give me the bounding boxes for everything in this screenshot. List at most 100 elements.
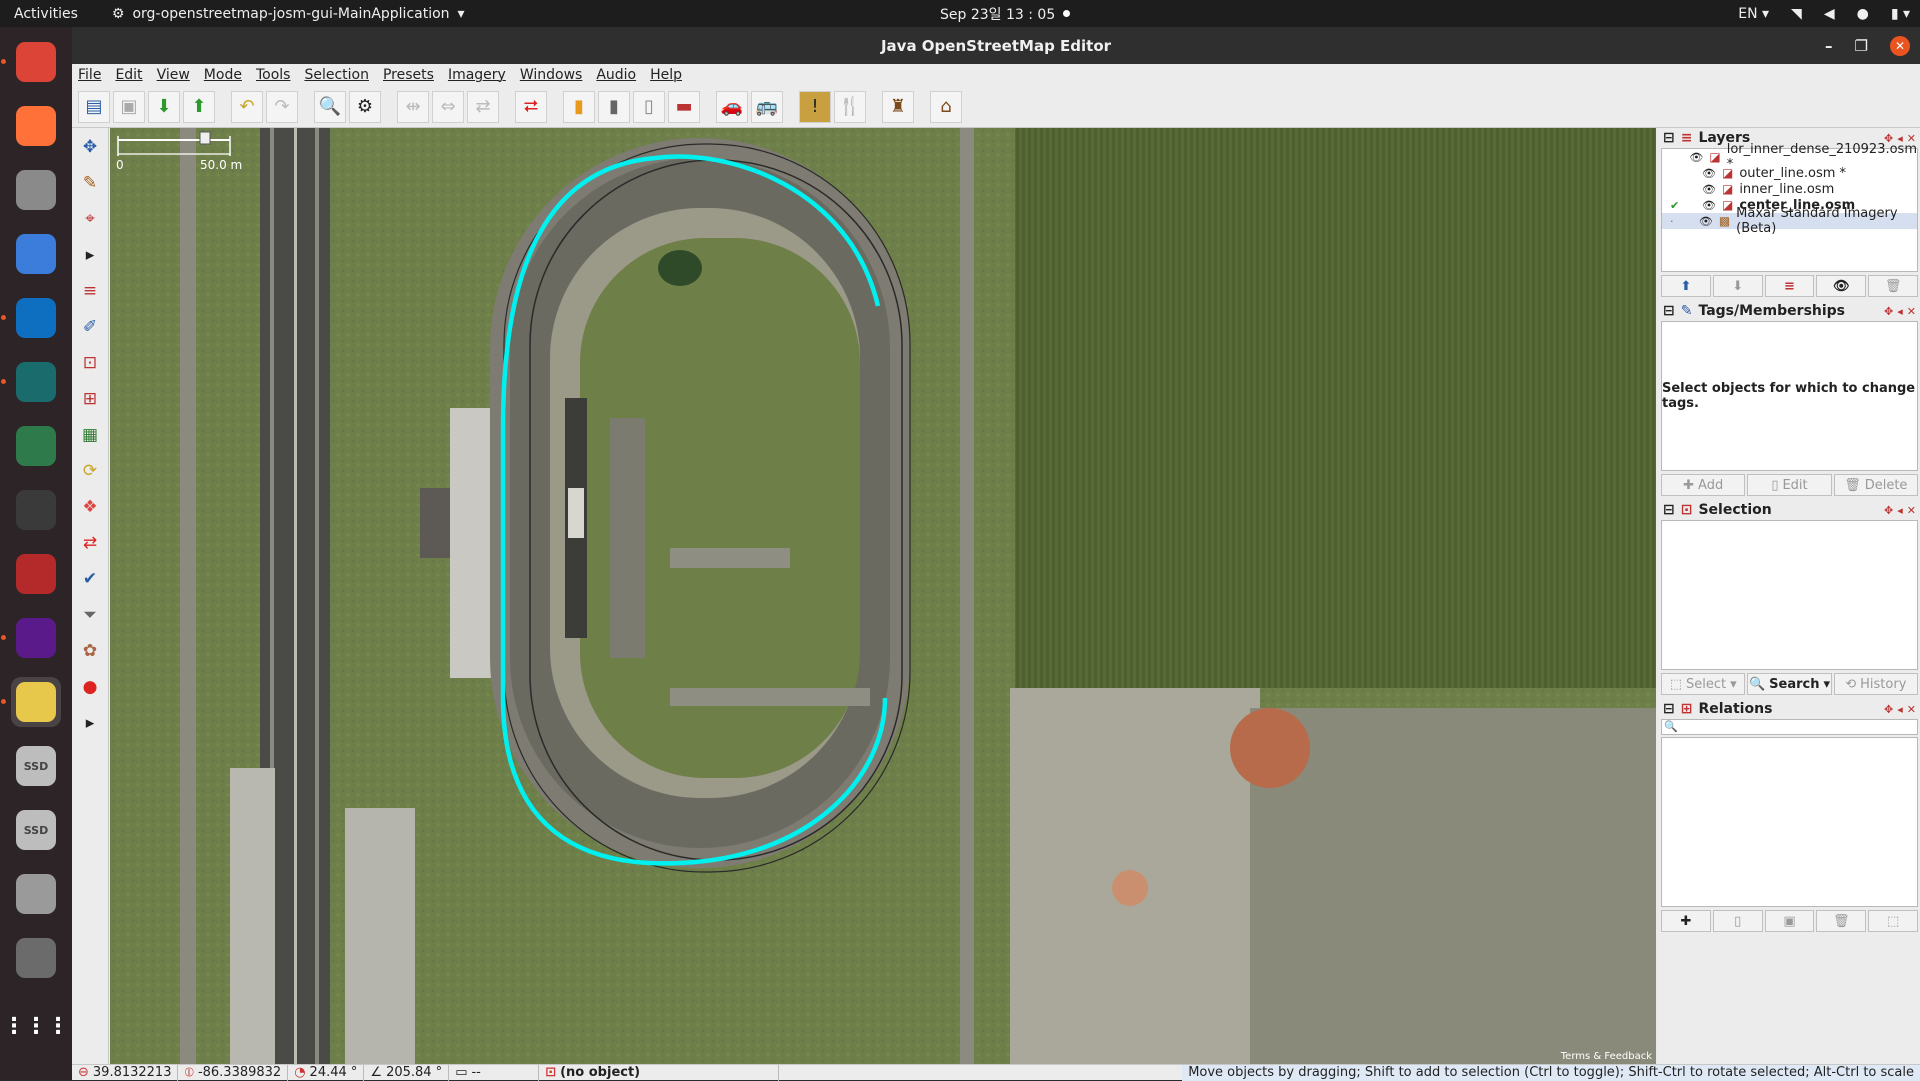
selection-toggle-icon[interactable]: ⊡ [75, 348, 105, 378]
redo-icon[interactable]: ↷ [266, 90, 298, 123]
panel-close-icon[interactable]: ✕ [1907, 703, 1916, 716]
visibility-icon[interactable]: 👁 [1702, 167, 1716, 180]
pin-icon[interactable]: ◂ [1897, 703, 1903, 716]
activate-layer-button[interactable]: ≡ [1764, 275, 1815, 297]
menu-view[interactable]: View [157, 67, 190, 83]
close-icon[interactable]: ✕ [1890, 35, 1910, 56]
language-indicator[interactable]: EN ▾ [1738, 6, 1769, 22]
tags-panel-header[interactable]: ⊟ ✎ Tags/Memberships ✥ ◂ ✕ [1659, 301, 1920, 321]
conflict-icon[interactable]: ⇄ [75, 528, 105, 558]
move-down-button[interactable]: ⬇ [1712, 275, 1763, 297]
map-view[interactable]: 0 50.0 m Terms & Feedback [110, 128, 1656, 1064]
layers-panel-header[interactable]: ⊟ ≡ Layers ✥ ◂ ✕ [1659, 128, 1920, 148]
selection-list[interactable] [1661, 520, 1918, 670]
save-icon[interactable]: ▣ [113, 90, 145, 123]
preset-track-icon[interactable]: ▮ [598, 90, 630, 123]
validation-icon[interactable]: ✔ [75, 564, 105, 594]
maximize-icon[interactable]: ❐ [1855, 37, 1868, 55]
preset-castle-icon[interactable]: ♜ [882, 90, 914, 123]
dock-system-monitor-icon[interactable] [11, 485, 61, 535]
detach-icon[interactable]: ✥ [1884, 132, 1893, 145]
select-mode-icon[interactable]: ✥ [75, 132, 105, 162]
edit-relation-button[interactable]: ▯ [1712, 910, 1763, 932]
layers-toggle-icon[interactable]: ≡ [75, 276, 105, 306]
dock-screenshot-icon[interactable] [11, 229, 61, 279]
upload-icon[interactable]: ⬆ [183, 90, 215, 123]
relations-filter-field[interactable]: 🔍 [1661, 719, 1918, 735]
dock-vscode-icon[interactable] [1, 293, 61, 343]
zoom-icon[interactable]: 🔍 [314, 90, 346, 123]
move-up-button[interactable]: ⬆ [1661, 275, 1711, 297]
pin-icon[interactable]: ◂ [1897, 504, 1903, 517]
split-way-icon[interactable]: ⇹ [397, 90, 429, 123]
collapse-icon[interactable]: ⊟ [1663, 701, 1675, 717]
map-paint-icon[interactable]: ▦ [75, 420, 105, 450]
minimize-icon[interactable]: – [1825, 37, 1833, 55]
history-button[interactable]: ⟲ History [1833, 673, 1918, 695]
detach-icon[interactable]: ✥ [1884, 305, 1893, 318]
menu-edit[interactable]: Edit [115, 67, 142, 83]
menu-presets[interactable]: Presets [383, 67, 434, 83]
pin-icon[interactable]: ◂ [1897, 132, 1903, 145]
pin-icon[interactable]: ◂ [1897, 305, 1903, 318]
tags-toggle-icon[interactable]: ✐ [75, 312, 105, 342]
open-file-icon[interactable]: ▤ [78, 90, 110, 123]
download-icon[interactable]: ⬇ [148, 90, 180, 123]
refresh-icon[interactable]: ⟳ [75, 456, 105, 486]
preset-attention-icon[interactable]: ! [799, 90, 831, 123]
duplicate-relation-button[interactable]: ▣ [1764, 910, 1815, 932]
layer-row[interactable]: 👁 ◪ lor_inner_dense_210923.osm * [1662, 142, 1917, 172]
selection-panel-header[interactable]: ⊟ ⊡ Selection ✥ ◂ ✕ [1659, 500, 1920, 520]
expand-icon[interactable]: ▸ [75, 240, 105, 270]
dock-josm-icon[interactable] [1, 677, 61, 727]
delete-tag-button[interactable]: 🗑 Delete [1833, 474, 1918, 496]
panel-close-icon[interactable]: ✕ [1907, 504, 1916, 517]
collapse-icon[interactable]: ⊟ [1663, 502, 1675, 518]
new-relation-button[interactable]: ✚ [1661, 910, 1711, 932]
preset-bus-icon[interactable]: 🚌 [751, 90, 783, 123]
visibility-icon[interactable]: 👁 [1702, 183, 1716, 196]
visibility-icon[interactable]: 👁 [1699, 215, 1713, 228]
dock-firefox-icon[interactable] [11, 101, 61, 151]
dock-chrome-icon[interactable] [1, 37, 61, 87]
preset-barrier-icon[interactable]: ▬ [668, 90, 700, 123]
menu-imagery[interactable]: Imagery [448, 67, 506, 83]
app-menu[interactable]: ⚙ org-openstreetmap-josm-gui-MainApplica… [112, 6, 465, 22]
dock-camera-app-icon[interactable] [11, 421, 61, 471]
relations-list[interactable] [1661, 737, 1918, 907]
dock-usb-drive-icon[interactable] [11, 869, 61, 919]
imagery-attribution[interactable]: Terms & Feedback [1561, 1051, 1652, 1062]
combine-way-icon[interactable]: ⇔ [432, 90, 464, 123]
activities-button[interactable]: Activities [0, 6, 92, 22]
dock-gitkraken-icon[interactable] [1, 357, 61, 407]
preset-factory-icon[interactable]: ⌂ [930, 90, 962, 123]
menu-audio[interactable]: Audio [596, 67, 636, 83]
system-tray[interactable]: EN ▾ ◥ ◀ ● ▮ ▾ [1738, 6, 1910, 22]
show-applications-icon[interactable]: ⋮⋮⋮ [3, 1001, 69, 1051]
edit-tag-button[interactable]: ▯ Edit [1747, 474, 1832, 496]
menu-windows[interactable]: Windows [520, 67, 583, 83]
dock-drive-icon[interactable] [11, 933, 61, 983]
search-button[interactable]: 🔍 Search ▾ [1747, 673, 1832, 695]
dock-ssd-drive-1-icon[interactable]: SSD [11, 741, 61, 791]
preferences-icon[interactable]: ⚙ [349, 90, 381, 123]
window-titlebar[interactable]: Java OpenStreetMap Editor – ❐ ✕ [72, 27, 1920, 64]
collapse-icon[interactable]: ⊟ [1663, 130, 1675, 146]
undo-icon[interactable]: ↶ [231, 90, 263, 123]
layer-row[interactable]: · 👁 ▩ Maxar Standard Imagery (Beta) [1662, 206, 1917, 236]
dock-calendar-app-icon[interactable] [11, 549, 61, 599]
preset-highway-icon[interactable]: ▮ [563, 90, 595, 123]
reverse-way-icon[interactable]: ⇄ [467, 90, 499, 123]
menu-tools[interactable]: Tools [256, 67, 291, 83]
detach-icon[interactable]: ✥ [1884, 504, 1893, 517]
collapse-icon[interactable]: ⊟ [1663, 303, 1675, 319]
select-button[interactable]: ⬚ Select ▾ [1661, 673, 1746, 695]
visibility-icon[interactable]: 👁 [1689, 151, 1703, 164]
preset-restaurant-icon[interactable]: 🍴 [834, 90, 866, 123]
notes-icon[interactable]: ● [75, 672, 105, 702]
show-hide-button[interactable]: 👁 [1816, 275, 1867, 297]
delete-layer-button[interactable]: 🗑 [1868, 275, 1918, 297]
style-icon[interactable]: ❖ [75, 492, 105, 522]
relations-panel-header[interactable]: ⊟ ⊞ Relations ✥ ◂ ✕ [1659, 699, 1920, 719]
improve-way-icon[interactable]: ⌖ [75, 204, 105, 234]
